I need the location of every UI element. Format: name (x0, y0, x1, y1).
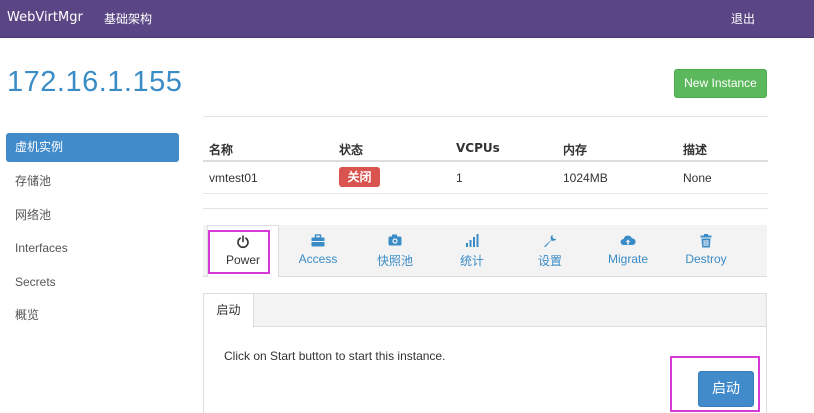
instance-table: 名称 状态 VCPUs 内存 描述 vmtest01 关闭 1 1024MB N… (203, 134, 768, 194)
stats-icon (437, 234, 507, 250)
page-title: 172.16.1.155 (7, 66, 183, 98)
tab-stats[interactable]: 统计 (437, 225, 507, 277)
tab-destroy[interactable]: Destroy (671, 225, 741, 277)
sidebar-item-networks[interactable]: 网络池 (6, 200, 179, 234)
wrench-icon (515, 234, 585, 250)
instance-name-link[interactable]: vmtest01 (209, 171, 258, 185)
description-value: None (683, 171, 712, 185)
start-button[interactable]: 启动 (698, 371, 754, 407)
power-icon (208, 235, 278, 251)
tab-snapshots[interactable]: 快照池 (360, 225, 430, 277)
vcpus-value: 1 (456, 171, 463, 185)
infrastructure-link[interactable]: 基础架构 (104, 10, 152, 27)
tab-power[interactable]: Power (207, 225, 279, 277)
brand-link[interactable]: WebVirtMgr (7, 10, 83, 25)
tab-power-label: Power (225, 253, 260, 267)
top-navbar: WebVirtMgr 基础架构 退出 (0, 0, 814, 38)
tab-snapshots-label: 快照池 (376, 254, 413, 268)
tab-settings-label: 设置 (537, 254, 562, 268)
sidebar-item-interfaces[interactable]: Interfaces (6, 233, 179, 267)
sidebar-item-secrets[interactable]: Secrets (6, 267, 179, 301)
tab-destroy-label: Destroy (685, 252, 727, 266)
tab-access[interactable]: Access (283, 225, 353, 277)
subtab-start[interactable]: 启动 (204, 294, 254, 328)
tab-migrate-label: Migrate (607, 252, 648, 266)
cloud-upload-icon (593, 234, 663, 250)
column-header-description: 描述 (683, 143, 708, 157)
status-badge: 关闭 (339, 167, 380, 187)
camera-icon (360, 234, 430, 250)
briefcase-icon (283, 234, 353, 250)
column-header-vcpus: VCPUs (456, 141, 500, 155)
column-header-name: 名称 (209, 143, 234, 157)
trash-icon (671, 234, 741, 250)
new-instance-button[interactable]: New Instance (674, 69, 767, 98)
divider (203, 116, 768, 117)
table-header: 名称 状态 VCPUs 内存 描述 (203, 134, 768, 162)
start-hint-text: Click on Start button to start this inst… (224, 349, 446, 363)
sidebar-item-instances[interactable]: 虚机实例 (6, 133, 179, 162)
tab-access-label: Access (298, 252, 338, 266)
sidebar-item-overview[interactable]: 概览 (6, 300, 179, 334)
sidebar-item-storage[interactable]: 存储池 (6, 166, 179, 200)
instance-action-tabs: Power Access 快照池 统计 设置 Migrate Destroy (203, 225, 767, 277)
column-header-status: 状态 (339, 143, 364, 157)
table-row[interactable]: vmtest01 关闭 1 1024MB None (203, 162, 768, 194)
power-panel: 启动 Click on Start button to start this i… (203, 293, 767, 413)
tab-stats-label: 统计 (459, 254, 484, 268)
memory-value: 1024MB (563, 171, 608, 185)
tab-migrate[interactable]: Migrate (593, 225, 663, 277)
divider (203, 208, 768, 209)
logout-link[interactable]: 退出 (731, 10, 755, 27)
power-subtabs: 启动 (204, 294, 766, 328)
column-header-memory: 内存 (563, 143, 588, 157)
sidebar: 虚机实例 存储池 网络池 Interfaces Secrets 概览 (6, 133, 179, 334)
tab-settings[interactable]: 设置 (515, 225, 585, 277)
